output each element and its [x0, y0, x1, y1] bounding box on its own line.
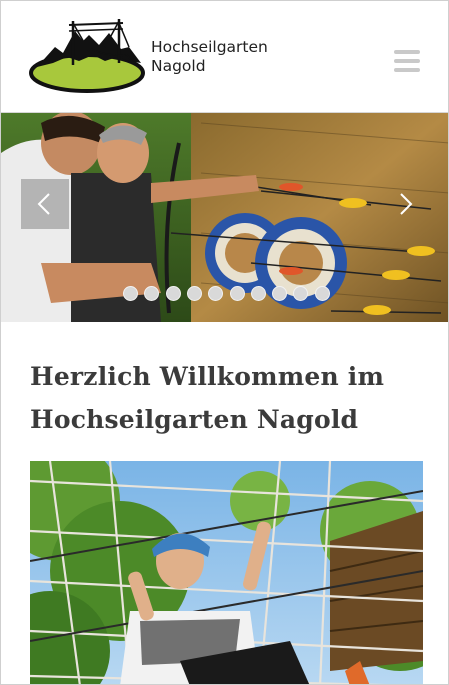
site-header: Hochseilgarten Nagold: [1, 1, 448, 113]
menu-bar: [394, 59, 420, 63]
chevron-left-icon: [37, 193, 50, 215]
chevron-right-icon: [400, 193, 413, 215]
ropes-course-photo: [30, 461, 423, 684]
page: Hochseilgarten Nagold Herzlich Willkomme…: [0, 0, 449, 685]
brand-name[interactable]: Hochseilgarten Nagold: [151, 38, 268, 76]
ropes-course-mountain-logo-icon: [29, 19, 145, 93]
menu-bar: [394, 68, 420, 72]
menu-bar: [394, 50, 420, 54]
slider-dot[interactable]: [314, 286, 330, 301]
brand-line-2: Nagold: [151, 57, 206, 75]
hero-slider[interactable]: [1, 113, 448, 322]
climber-image: [30, 461, 423, 684]
site-logo[interactable]: [29, 17, 151, 95]
slider-dot[interactable]: [250, 286, 266, 301]
slider-dot[interactable]: [229, 286, 245, 301]
slider-dot[interactable]: [165, 286, 181, 301]
brand-line-1: Hochseilgarten: [151, 38, 268, 56]
slider-dot[interactable]: [186, 286, 202, 301]
hamburger-menu-icon[interactable]: [394, 50, 420, 72]
slider-next-button[interactable]: [381, 179, 429, 229]
slider-dot[interactable]: [123, 286, 138, 301]
page-heading: Herzlich Willkommen im Hochseilgarten Na…: [30, 362, 385, 434]
slider-prev-button[interactable]: [21, 179, 69, 229]
slider-dot[interactable]: [272, 286, 288, 301]
